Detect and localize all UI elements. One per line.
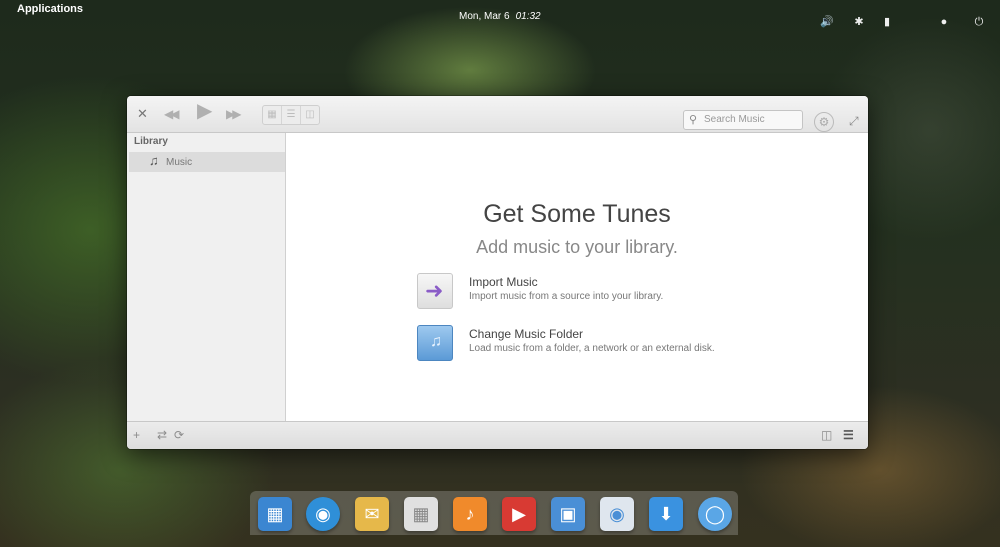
list-view-icon[interactable]: ☰ [282,106,301,124]
system-settings-icon[interactable]: ◉ [600,497,634,531]
import-music-button[interactable]: ➜ Import Music Import music from a sourc… [417,273,757,313]
shuffle-icon[interactable]: ⇄ [157,428,167,442]
search-icon: ⚲ [689,114,698,126]
add-playlist-icon[interactable]: + [133,428,140,442]
close-icon[interactable]: ✕ [137,105,148,123]
welcome-title: Get Some Tunes [483,200,671,228]
change-music-folder-button[interactable]: ♫ Change Music Folder Load music from a … [417,325,757,365]
music-icon[interactable]: ♪ [453,497,487,531]
action-title: Change Music Folder [469,327,584,341]
bluetooth-icon[interactable]: ✱ [852,15,866,29]
next-track-icon[interactable]: ▶▶ [226,105,242,123]
mail-icon[interactable]: ✉ [355,497,389,531]
calendar-icon[interactable]: ▦ [404,497,438,531]
appcenter-icon[interactable]: ⬇ [649,497,683,531]
top-panel: Applications Mon, Mar 6 01:32 🔊 ✱ ▮ ● ⏻ [0,0,1000,28]
headerbar: ✕ ◀◀ ▶ ▶▶ ▦ ☰ ◫ ⚲ Search Music ⚙ ⤢ [127,96,868,133]
videos-icon[interactable]: ▶ [502,497,536,531]
repeat-icon[interactable]: ⟳ [174,428,184,442]
clock-time: 01:32 [515,11,541,22]
clock[interactable]: Mon, Mar 6 01:32 [459,11,541,22]
multitasking-view-icon[interactable]: ▦ [258,497,292,531]
action-description: Import music from a source into your lib… [469,291,664,302]
maximize-icon[interactable]: ⤢ [849,114,859,129]
sidebar-item-music[interactable]: ♫ Music [129,152,285,172]
photos-icon[interactable]: ▣ [551,497,585,531]
info-panel-icon[interactable]: ◫ [821,428,832,442]
search-input[interactable]: ⚲ Search Music [683,110,803,130]
play-icon[interactable]: ▶ [197,101,212,121]
view-mode-switcher: ▦ ☰ ◫ [262,105,320,125]
battery-icon[interactable]: ▮ [880,15,894,29]
welcome-view: Get Some Tunes Add music to your library… [286,133,868,421]
music-folder-icon: ♫ [417,325,453,361]
statusbar: + ⇄ ⟳ ◫ ☰ [127,421,868,449]
action-title: Import Music [469,275,538,289]
grid-view-icon[interactable]: ▦ [263,106,282,124]
sidebar-header: Library [134,136,168,147]
notifications-icon[interactable]: ● [937,15,951,29]
applications-menu[interactable]: Applications [17,3,83,15]
web-browser-icon[interactable]: ◉ [306,497,340,531]
clock-date: Mon, Mar 6 [459,11,510,22]
import-arrow-icon: ➜ [417,273,453,309]
column-view-icon[interactable]: ◫ [301,106,319,124]
system-update-icon[interactable]: ◯ [698,497,732,531]
welcome-subtitle: Add music to your library. [476,237,678,257]
equalizer-icon[interactable]: ☰ [843,428,854,442]
power-icon[interactable]: ⏻ [972,15,986,29]
music-note-icon: ♫ [149,153,159,168]
sidebar-item-label: Music [166,157,193,168]
previous-track-icon[interactable]: ◀◀ [164,105,180,123]
volume-icon[interactable]: 🔊 [820,15,834,29]
search-placeholder: Search Music [704,114,765,125]
music-window: ✕ ◀◀ ▶ ▶▶ ▦ ☰ ◫ ⚲ Search Music ⚙ ⤢ Libra… [127,96,868,449]
gear-icon[interactable]: ⚙ [814,112,834,132]
sidebar: Library ♫ Music [127,133,286,421]
action-description: Load music from a folder, a network or a… [469,343,715,354]
